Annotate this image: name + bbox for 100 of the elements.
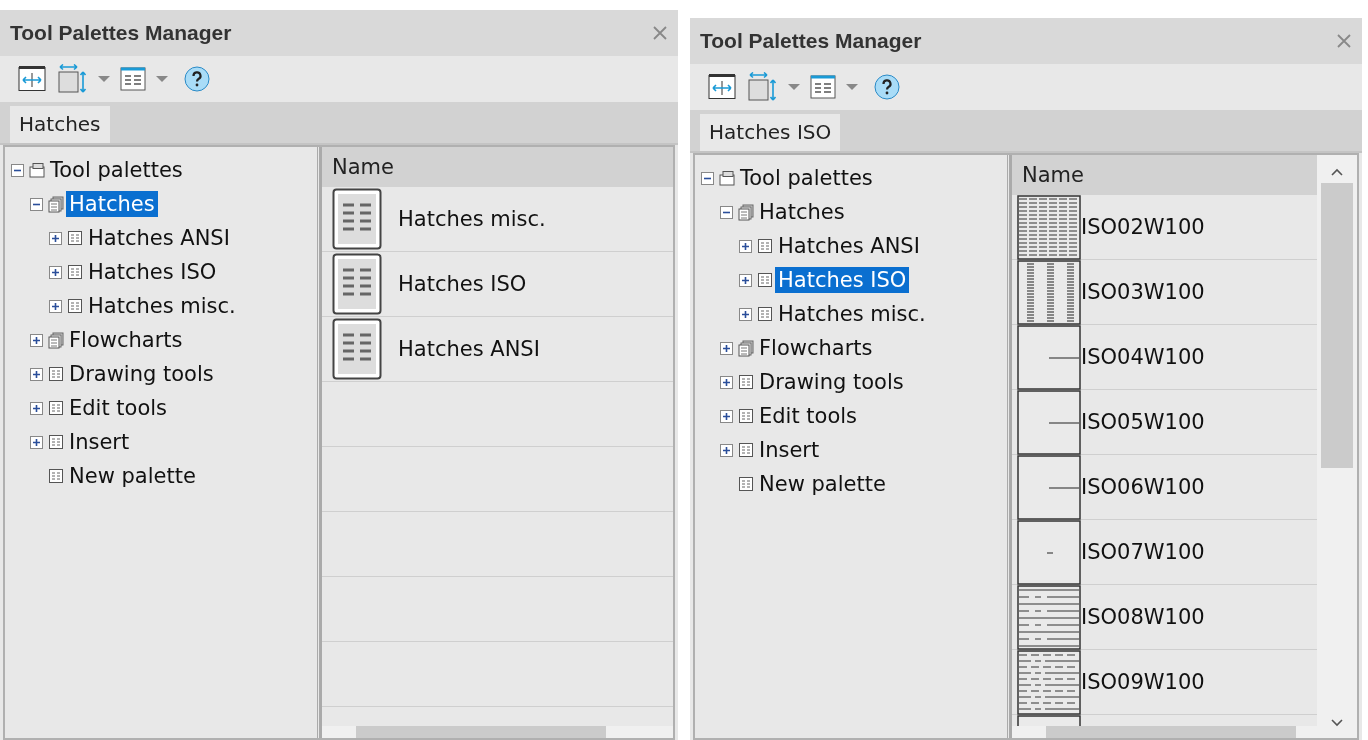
expand-button[interactable] [30, 401, 43, 415]
expand-button[interactable] [720, 341, 733, 355]
fit-width-icon [708, 74, 736, 100]
view-button[interactable] [808, 72, 838, 102]
tray-icon [29, 161, 45, 179]
vertical-scrollbar[interactable] [1317, 155, 1357, 738]
list-item[interactable]: ISO08W100 [1081, 605, 1205, 629]
expand-button[interactable] [739, 307, 752, 321]
palette-icon [67, 297, 83, 315]
palette-icon [48, 365, 64, 383]
list-item[interactable]: ISO05W100 [1081, 410, 1205, 434]
resize-icon [58, 64, 88, 94]
hatch-pattern-icon [1017, 519, 1081, 585]
expand-button[interactable] [739, 239, 752, 253]
palette-icon [332, 253, 382, 315]
palette-icon [332, 318, 382, 380]
stacked-pages-icon [48, 195, 64, 213]
tree-item[interactable]: Hatches ANSI [85, 225, 233, 251]
tab[interactable]: Hatches ISO [700, 114, 841, 151]
list-item[interactable]: ISO03W100 [1081, 280, 1205, 304]
hatch-pattern-icon [1017, 389, 1081, 455]
view-button[interactable] [118, 64, 148, 94]
expand-button[interactable] [720, 443, 733, 457]
tree-item[interactable]: Tool palettes [47, 157, 186, 183]
expand-button[interactable] [30, 367, 43, 381]
dropdown-caret-icon[interactable] [846, 83, 858, 91]
stacked-pages-icon [48, 331, 64, 349]
palette-icon [738, 441, 754, 459]
expand-button[interactable] [49, 265, 62, 279]
tree-item[interactable]: Edit tools [66, 395, 171, 421]
tree-item[interactable]: Flowcharts [66, 327, 186, 353]
palette-icon [738, 475, 754, 493]
expand-button[interactable] [30, 435, 43, 449]
list-item[interactable]: Hatches ANSI [398, 337, 540, 361]
window-title: Tool Palettes Manager [700, 29, 922, 53]
fit-width-button[interactable] [16, 64, 48, 94]
expand-button[interactable] [49, 231, 62, 245]
list-view-icon [810, 74, 836, 100]
tree-item[interactable]: New palette [756, 471, 889, 497]
column-header[interactable]: Name [1012, 155, 1317, 195]
palette-icon [332, 188, 382, 250]
palette-icon [67, 263, 83, 281]
expand-button[interactable] [739, 273, 752, 287]
fit-width-icon [18, 66, 46, 92]
tree-item[interactable]: Hatches ISO [775, 267, 910, 293]
dropdown-caret-icon[interactable] [98, 75, 110, 83]
column-header[interactable]: Name [322, 147, 673, 187]
tree-item[interactable]: Hatches [756, 199, 848, 225]
expand-button[interactable] [49, 299, 62, 313]
hatch-pattern-icon [1017, 259, 1081, 325]
resize-icon [748, 72, 778, 102]
list-item[interactable]: ISO07W100 [1081, 540, 1205, 564]
palette-icon [757, 271, 773, 289]
collapse-button[interactable] [11, 163, 24, 177]
expand-button[interactable] [720, 375, 733, 389]
tree-item[interactable]: Hatches [66, 191, 158, 217]
tree-item[interactable]: Drawing tools [66, 361, 217, 387]
list-item[interactable]: ISO06W100 [1081, 475, 1205, 499]
tree-item[interactable]: Tool palettes [737, 165, 876, 191]
tab[interactable]: Hatches [10, 106, 110, 143]
tree-item[interactable]: Hatches misc. [775, 301, 929, 327]
horizontal-scrollbar[interactable] [1012, 726, 1317, 738]
collapse-button[interactable] [720, 205, 733, 219]
stacked-pages-icon [738, 339, 754, 357]
tree-item[interactable]: Hatches misc. [85, 293, 239, 319]
tray-icon [719, 169, 735, 187]
list-item[interactable]: ISO09W100 [1081, 670, 1205, 694]
tree-item[interactable]: Insert [66, 429, 133, 455]
tree-item[interactable]: New palette [66, 463, 199, 489]
hatch-pattern-icon [1017, 584, 1081, 650]
hatch-pattern-icon [1017, 454, 1081, 520]
list-item[interactable]: Hatches misc. [398, 207, 546, 231]
help-icon [874, 74, 900, 100]
stacked-pages-icon [738, 203, 754, 221]
palette-icon [757, 305, 773, 323]
chevron-down-icon[interactable] [1330, 718, 1344, 728]
tree-item[interactable]: Hatches ANSI [775, 233, 923, 259]
collapse-button[interactable] [701, 171, 714, 185]
list-item[interactable]: Hatches ISO [398, 272, 527, 296]
tree-item[interactable]: Edit tools [756, 403, 861, 429]
hatch-pattern-icon [1017, 195, 1081, 260]
dropdown-caret-icon[interactable] [788, 83, 800, 91]
palette-icon [738, 373, 754, 391]
collapse-button[interactable] [30, 197, 43, 211]
dropdown-caret-icon[interactable] [156, 75, 168, 83]
tree-item[interactable]: Flowcharts [756, 335, 876, 361]
expand-button[interactable] [720, 409, 733, 423]
palette-icon [757, 237, 773, 255]
fit-width-button[interactable] [706, 72, 738, 102]
chevron-up-icon[interactable] [1330, 167, 1344, 177]
palette-icon [738, 407, 754, 425]
expand-button[interactable] [30, 333, 43, 347]
tree-item[interactable]: Insert [756, 437, 823, 463]
list-item[interactable]: ISO04W100 [1081, 345, 1205, 369]
list-item[interactable]: ISO02W100 [1081, 215, 1205, 239]
tree-item[interactable]: Hatches ISO [85, 259, 220, 285]
tree-item[interactable]: Drawing tools [756, 369, 907, 395]
help-icon [184, 66, 210, 92]
horizontal-scrollbar[interactable] [322, 726, 673, 738]
palette-icon [48, 467, 64, 485]
